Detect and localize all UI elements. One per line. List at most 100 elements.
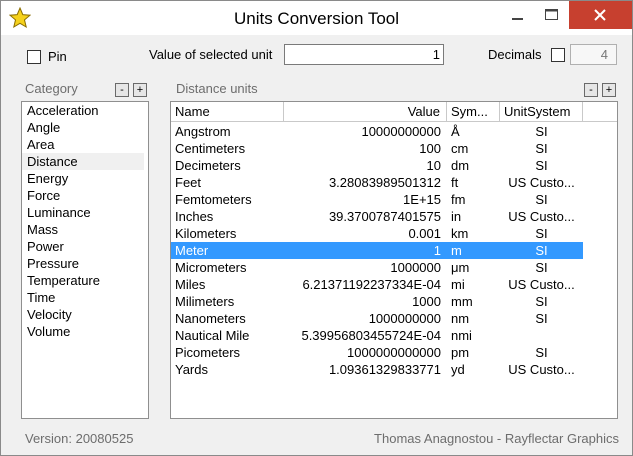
cell-value: 0.001 — [408, 226, 441, 241]
author-label: Thomas Anagnostou - Rayflectar Graphics — [374, 431, 619, 446]
cell-value: 6.21371192237334E-04 — [302, 277, 441, 292]
table-row[interactable]: Decimeters 10 dm SI — [171, 157, 583, 174]
table-row[interactable]: Kilometers 0.001 km SI — [171, 225, 583, 242]
cell-value: 1000000000 — [368, 311, 441, 326]
close-button[interactable] — [569, 1, 632, 29]
cell-name: Milimeters — [175, 294, 235, 309]
table-row[interactable]: Nautical Mile 5.39956803455724E-04 nmi — [171, 327, 583, 344]
cell-name: Meter — [175, 243, 209, 258]
category-item-force[interactable]: Force — [22, 187, 144, 204]
table-row[interactable]: Feet 3.28083989501312 ft US Custo... — [171, 174, 583, 191]
units-grid[interactable]: Name Value Sym... UnitSystem Angstrom 10… — [170, 101, 618, 419]
table-row[interactable]: Yards 1.09361329833771 yd US Custo... — [171, 361, 583, 378]
table-row[interactable]: Milimeters 1000 mm SI — [171, 293, 583, 310]
cell-unitsystem: SI — [535, 124, 548, 139]
category-item-distance[interactable]: Distance — [22, 153, 144, 170]
cell-value: 10 — [426, 158, 441, 173]
column-header-unitsystem[interactable]: UnitSystem — [500, 102, 583, 122]
category-item-volume[interactable]: Volume — [22, 323, 144, 340]
minimize-button[interactable] — [501, 1, 535, 31]
cell-unitsystem — [500, 327, 583, 344]
cell-name: Centimeters — [175, 141, 246, 156]
cell-name: Micrometers — [175, 260, 247, 275]
category-item-angle[interactable]: Angle — [22, 119, 144, 136]
cell-symbol: dm — [451, 158, 470, 173]
cell-symbol: μm — [451, 260, 470, 275]
cell-name: Inches — [175, 209, 214, 224]
cell-value: 1 — [433, 243, 441, 258]
cell-unitsystem: SI — [535, 158, 548, 173]
units-expand-button[interactable]: + — [602, 83, 616, 97]
cell-name: Decimeters — [175, 158, 241, 173]
table-row[interactable]: Picometers 1000000000000 pm SI — [171, 344, 583, 361]
cell-symbol: pm — [451, 345, 470, 360]
close-icon — [594, 9, 606, 21]
cell-symbol: yd — [451, 362, 465, 377]
cell-unitsystem: SI — [535, 243, 548, 258]
title-bar: Units Conversion Tool — [1, 1, 632, 35]
app-window: Units Conversion Tool Pin Value of selec… — [0, 0, 633, 456]
table-row[interactable]: Femtometers 1E+15 fm SI — [171, 191, 583, 208]
cell-symbol: in — [451, 209, 462, 224]
category-item-temperature[interactable]: Temperature — [22, 272, 144, 289]
table-row[interactable]: Micrometers 1000000 μm SI — [171, 259, 583, 276]
value-label: Value of selected unit — [149, 47, 273, 62]
category-item-luminance[interactable]: Luminance — [22, 204, 144, 221]
table-row-selected[interactable]: Meter 1 m SI — [171, 242, 583, 259]
table-row[interactable]: Angstrom 10000000000 Å SI — [171, 123, 583, 140]
category-item-time[interactable]: Time — [22, 289, 144, 306]
cell-name: Miles — [175, 277, 206, 292]
cell-symbol: m — [451, 243, 462, 258]
decimals-label: Decimals — [488, 47, 542, 62]
category-item-velocity[interactable]: Velocity — [22, 306, 144, 323]
cell-unitsystem: US Custo... — [508, 277, 575, 292]
decimals-checkbox[interactable] — [551, 48, 565, 62]
table-row[interactable]: Inches 39.3700787401575 in US Custo... — [171, 208, 583, 225]
version-label: Version: 20080525 — [25, 431, 134, 446]
category-list[interactable]: Acceleration Angle Area Distance Energy … — [21, 101, 149, 419]
cell-value: 100 — [419, 141, 441, 156]
cell-symbol: cm — [451, 141, 469, 156]
units-collapse-button[interactable]: - — [584, 83, 598, 97]
value-input[interactable]: 1 — [284, 44, 444, 65]
category-label: Category — [25, 81, 78, 96]
table-row[interactable]: Nanometers 1000000000 nm SI — [171, 310, 583, 327]
cell-unitsystem: US Custo... — [508, 362, 575, 377]
table-row[interactable]: Centimeters 100 cm SI — [171, 140, 583, 157]
category-item-pressure[interactable]: Pressure — [22, 255, 144, 272]
cell-value: 1.09361329833771 — [328, 362, 441, 377]
cell-value: 3.28083989501312 — [328, 175, 441, 190]
cell-symbol: nm — [451, 311, 470, 326]
cell-symbol: nmi — [451, 328, 472, 343]
category-item-power[interactable]: Power — [22, 238, 144, 255]
units-label: Distance units — [176, 81, 258, 96]
cell-name: Picometers — [175, 345, 241, 360]
column-header-name[interactable]: Name — [171, 102, 284, 122]
pin-checkbox[interactable] — [27, 50, 41, 64]
category-collapse-button[interactable]: - — [115, 83, 129, 97]
cell-unitsystem: SI — [535, 141, 548, 156]
column-header-value[interactable]: Value — [284, 102, 447, 122]
cell-value: 5.39956803455724E-04 — [301, 328, 441, 343]
cell-symbol: ft — [451, 175, 459, 190]
category-expand-button[interactable]: + — [133, 83, 147, 97]
category-item-area[interactable]: Area — [22, 136, 144, 153]
category-item-mass[interactable]: Mass — [22, 221, 144, 238]
pin-label: Pin — [48, 49, 67, 64]
table-row[interactable]: Miles 6.21371192237334E-04 mi US Custo..… — [171, 276, 583, 293]
cell-name: Nanometers — [175, 311, 246, 326]
cell-name: Nautical Mile — [175, 328, 250, 343]
maximize-button[interactable] — [535, 1, 569, 31]
cell-unitsystem: US Custo... — [508, 175, 575, 190]
cell-value: 10000000000 — [361, 124, 441, 139]
cell-value: 1E+15 — [403, 192, 441, 207]
cell-unitsystem: SI — [535, 311, 548, 326]
minimize-icon — [512, 18, 523, 20]
category-item-energy[interactable]: Energy — [22, 170, 144, 187]
options-row: Pin Value of selected unit 1 Decimals 4 — [1, 41, 632, 71]
category-item-acceleration[interactable]: Acceleration — [22, 102, 144, 119]
cell-symbol: km — [451, 226, 469, 241]
column-header-symbol[interactable]: Sym... — [447, 102, 500, 122]
decimals-input[interactable]: 4 — [570, 44, 617, 65]
cell-symbol: mm — [451, 294, 473, 309]
